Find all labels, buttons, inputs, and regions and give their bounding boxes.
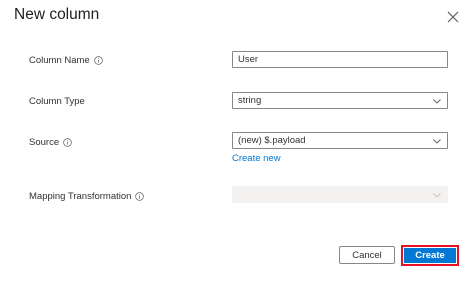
close-icon[interactable] <box>444 8 462 26</box>
info-icon[interactable] <box>135 192 145 201</box>
cancel-button[interactable]: Cancel <box>339 246 395 264</box>
mapping-transformation-label: Mapping Transformation <box>29 191 145 202</box>
chevron-down-icon <box>432 190 442 200</box>
info-icon[interactable] <box>63 138 72 147</box>
mapping-transformation-select <box>232 186 448 203</box>
column-type-label: Column Type <box>29 96 85 107</box>
chevron-down-icon <box>432 136 442 146</box>
column-name-input[interactable]: User <box>232 51 448 68</box>
source-label: Source <box>29 137 72 148</box>
create-new-link[interactable]: Create new <box>232 153 281 164</box>
info-icon[interactable] <box>93 56 103 65</box>
source-select[interactable]: (new) $.payload <box>232 132 448 149</box>
chevron-down-icon <box>432 96 442 106</box>
column-name-label: Column Name <box>29 55 103 66</box>
create-button[interactable]: Create <box>404 248 456 263</box>
column-type-select[interactable]: string <box>232 92 448 109</box>
dialog-title: New column <box>14 6 100 23</box>
